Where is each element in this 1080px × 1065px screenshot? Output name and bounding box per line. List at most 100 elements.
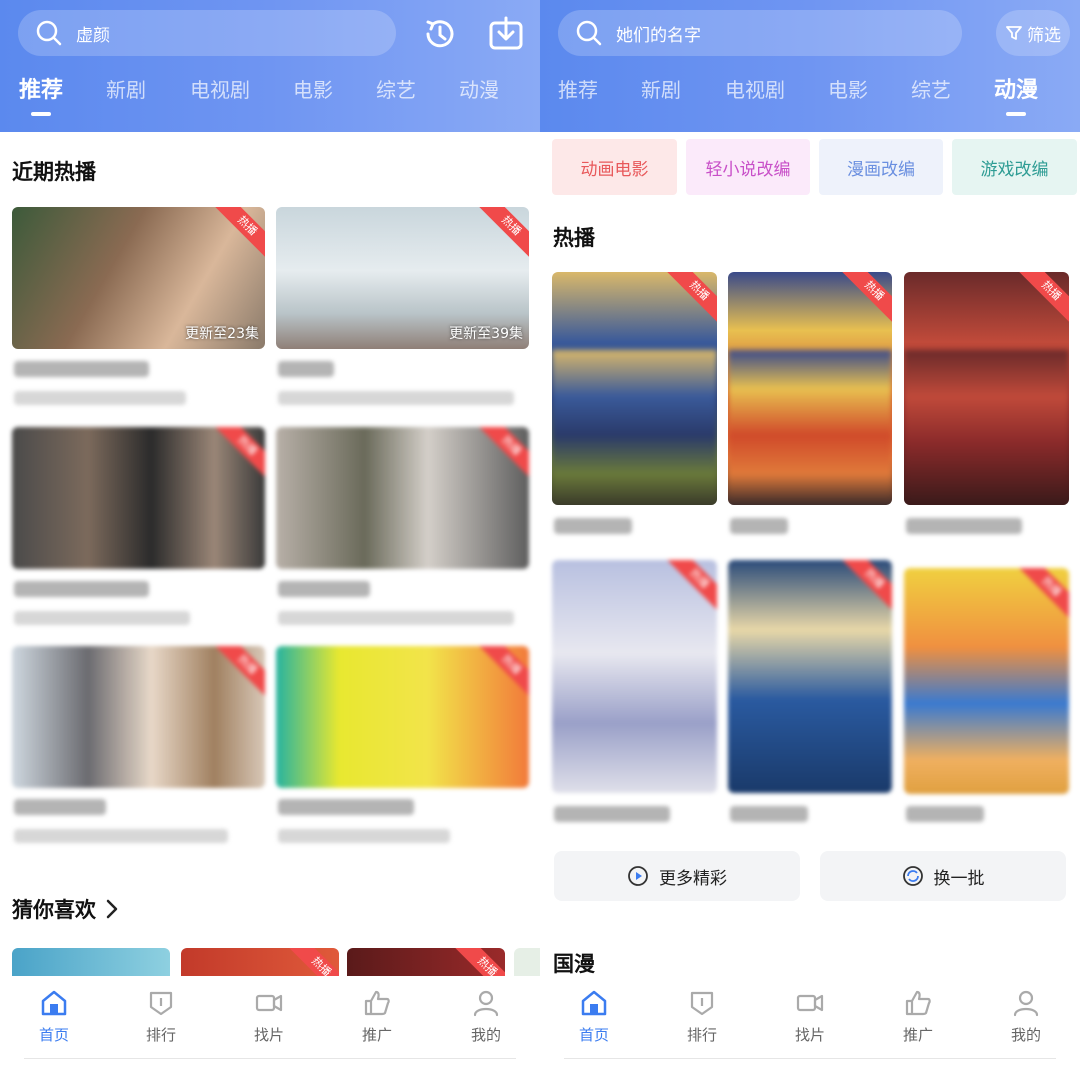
ranking-icon — [690, 991, 714, 1016]
refresh-label: 换一批 — [933, 868, 985, 889]
card-subtitle-blurred — [14, 391, 186, 405]
anime-poster-card[interactable]: 热播 — [728, 272, 892, 505]
variety-card[interactable]: 热播 — [276, 646, 529, 788]
card-subtitle-blurred — [278, 611, 514, 625]
bottom-navigation: 首页 排行 找片 推广 我的 — [540, 976, 1080, 1065]
bottom-navigation: 首页 排行 找片 推广 我的 — [0, 976, 540, 1065]
chevron-right-icon — [106, 899, 118, 919]
guess-you-like-header[interactable]: 猜你喜欢 — [12, 894, 120, 924]
tab-movie[interactable]: 电影 — [828, 74, 868, 103]
drama-card[interactable]: 热播 — [276, 427, 529, 569]
drama-card[interactable]: 热播 — [12, 427, 265, 569]
tab-variety[interactable]: 综艺 — [911, 74, 951, 103]
right-screen: 她们的名字 筛选 推荐 新剧 电视剧 电影 综艺 动漫 动画电影 轻小说改编 漫… — [540, 0, 1080, 1065]
nav-item-find[interactable]: 找片 — [780, 988, 840, 1045]
genre-light-novel[interactable]: 轻小说改编 — [686, 139, 810, 195]
left-screen: 虚颜 推荐 新剧 电视剧 电影 综艺 动漫 近期热播 热播 更新至23集 热播 … — [0, 0, 540, 1065]
genre-manga[interactable]: 漫画改编 — [819, 139, 943, 195]
nav-item-ranking[interactable]: 排行 — [672, 988, 732, 1045]
tab-recommend[interactable]: 推荐 — [558, 74, 598, 103]
search-bar[interactable]: 她们的名字 — [558, 10, 962, 56]
card-title-blurred — [730, 518, 788, 534]
refresh-button[interactable]: 换一批 — [820, 851, 1066, 901]
nav-item-find[interactable]: 找片 — [239, 988, 299, 1045]
thumbs-up-icon — [364, 990, 390, 1016]
nav-item-profile[interactable]: 我的 — [456, 988, 516, 1045]
hot-badge: 热播 — [842, 560, 892, 610]
card-subtitle-blurred — [14, 829, 228, 843]
poster-card[interactable] — [12, 948, 170, 978]
tab-variety[interactable]: 综艺 — [376, 74, 416, 103]
genre-game[interactable]: 游戏改编 — [952, 139, 1077, 195]
drama-card[interactable]: 热播 更新至39集 — [276, 207, 529, 349]
tab-tv-series[interactable]: 电视剧 — [725, 74, 785, 103]
camera-icon — [796, 994, 824, 1012]
poster-blur-overlay — [552, 350, 717, 505]
tab-movie[interactable]: 电影 — [293, 74, 333, 103]
hot-badge: 热播 — [479, 427, 529, 477]
search-placeholder: 虚颜 — [76, 25, 110, 46]
hot-badge: 热播 — [479, 207, 529, 257]
home-icon — [581, 990, 607, 1016]
download-icon[interactable] — [486, 14, 526, 54]
poster-blur-overlay — [728, 350, 892, 505]
hot-badge: 热播 — [667, 560, 717, 610]
camera-icon — [255, 994, 283, 1012]
poster-card[interactable]: 热播 — [181, 948, 339, 978]
card-title-blurred — [906, 806, 984, 822]
nav-item-promote[interactable]: 推广 — [347, 988, 407, 1045]
more-label: 更多精彩 — [659, 868, 727, 889]
search-icon — [36, 20, 62, 46]
drama-card[interactable]: 热播 — [12, 646, 265, 788]
anime-poster-card[interactable]: 热播 — [728, 560, 892, 793]
hot-badge: 热播 — [667, 272, 717, 322]
history-icon[interactable] — [420, 14, 460, 54]
anime-poster-card[interactable]: 热播 — [552, 560, 717, 793]
tab-anime[interactable]: 动漫 — [459, 74, 499, 103]
card-title-blurred — [14, 799, 106, 815]
section-title-guess-you-like: 猜你喜欢 — [12, 898, 96, 922]
section-title-guoman: 国漫 — [553, 952, 595, 976]
profile-icon — [1013, 990, 1039, 1017]
card-title-blurred — [278, 799, 414, 815]
poster-blur-overlay — [904, 350, 1069, 505]
hot-badge: 热播 — [1019, 272, 1069, 322]
filter-button[interactable]: 筛选 — [996, 10, 1070, 56]
nav-item-home[interactable]: 首页 — [24, 988, 84, 1045]
anime-poster-card[interactable]: 热播 — [904, 272, 1069, 505]
tab-new-drama[interactable]: 新剧 — [641, 74, 681, 103]
nav-item-profile[interactable]: 我的 — [996, 988, 1056, 1045]
tab-new-drama[interactable]: 新剧 — [106, 74, 146, 103]
card-title-blurred — [14, 361, 149, 377]
section-title-hot: 热播 — [553, 226, 595, 250]
card-title-blurred — [278, 361, 334, 377]
card-title-blurred — [730, 806, 808, 822]
search-bar[interactable]: 虚颜 — [18, 10, 396, 56]
card-title-blurred — [906, 518, 1022, 534]
card-subtitle-blurred — [278, 829, 450, 843]
header: 她们的名字 筛选 推荐 新剧 电视剧 电影 综艺 动漫 — [540, 0, 1080, 132]
poster-card[interactable] — [514, 948, 540, 978]
poster-card[interactable]: 热播 — [347, 948, 505, 978]
genre-animated-movie[interactable]: 动画电影 — [552, 139, 677, 195]
episode-status: 更新至23集 — [185, 326, 259, 342]
card-subtitle-blurred — [278, 391, 514, 405]
tab-tv-series[interactable]: 电视剧 — [190, 74, 250, 103]
anime-poster-card[interactable]: 热播 — [904, 568, 1069, 794]
nav-item-ranking[interactable]: 排行 — [131, 988, 191, 1045]
card-title-blurred — [554, 518, 632, 534]
tab-anime[interactable]: 动漫 — [994, 72, 1038, 116]
hot-badge: 热播 — [215, 646, 265, 696]
card-subtitle-blurred — [14, 611, 190, 625]
anime-poster-card[interactable]: 热播 — [552, 272, 717, 505]
thumbs-up-icon — [905, 990, 931, 1016]
card-title-blurred — [278, 581, 370, 597]
section-title-recent-hot: 近期热播 — [12, 160, 96, 184]
nav-item-home[interactable]: 首页 — [564, 988, 624, 1045]
tab-recommend[interactable]: 推荐 — [19, 72, 63, 116]
filter-icon — [1006, 26, 1022, 40]
more-button[interactable]: 更多精彩 — [554, 851, 800, 901]
nav-item-promote[interactable]: 推广 — [888, 988, 948, 1045]
drama-card[interactable]: 热播 更新至23集 — [12, 207, 265, 349]
ranking-icon — [149, 991, 173, 1016]
